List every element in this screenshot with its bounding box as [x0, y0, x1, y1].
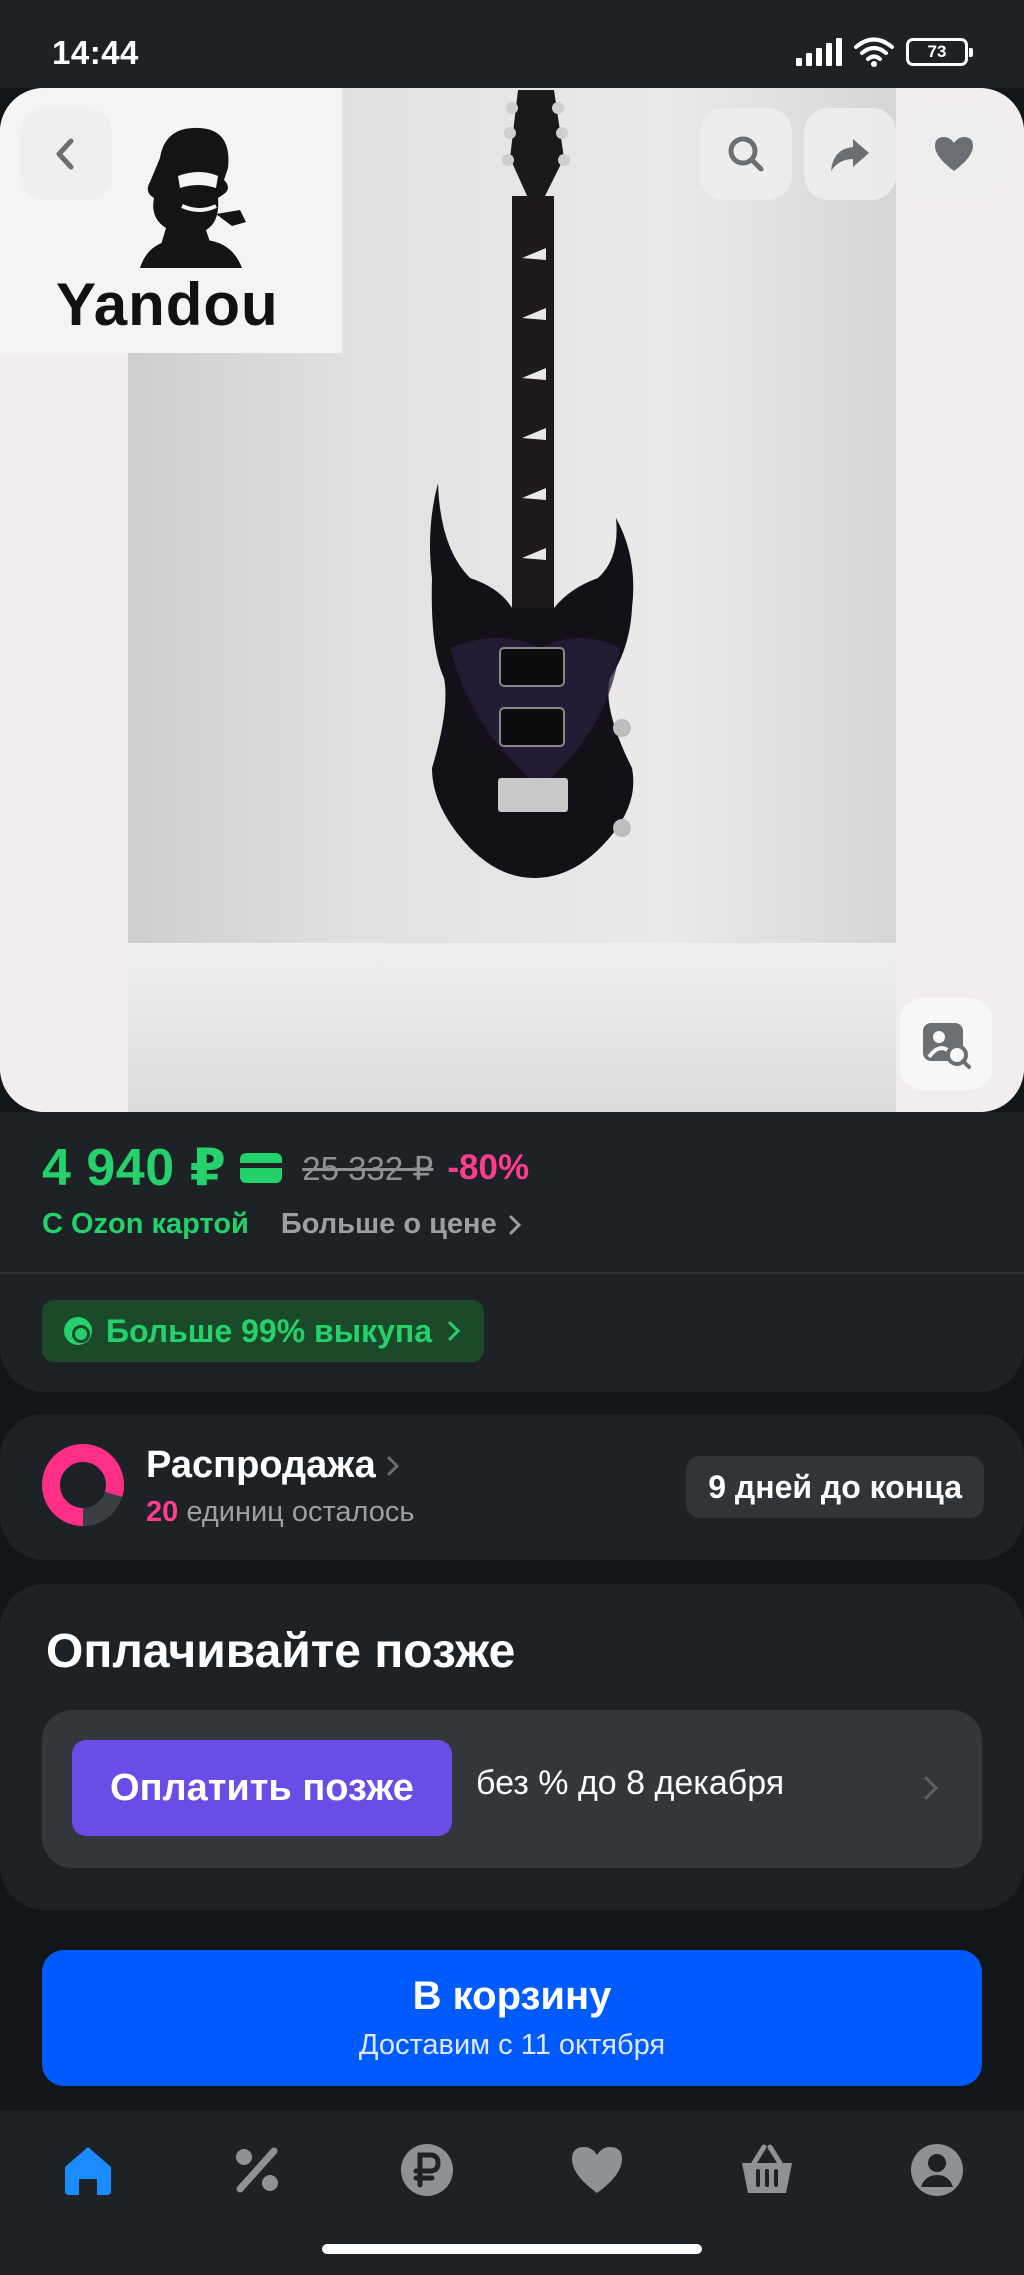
battery-level: 73 — [927, 42, 947, 61]
add-to-cart-button[interactable]: В корзину Доставим с 11 октября — [42, 1950, 982, 2086]
more-about-price-link[interactable]: Больше о цене — [281, 1208, 523, 1241]
share-button[interactable] — [804, 108, 896, 200]
add-to-cart-label: В корзину — [412, 1974, 612, 2018]
brand-portrait-icon — [140, 127, 246, 268]
cart-area: В корзину Доставим с 11 октября — [0, 1930, 1024, 2110]
status-bar: 14:44 73 — [0, 0, 1024, 88]
chevron-left-icon — [56, 138, 74, 170]
image-search-icon — [923, 1023, 971, 1069]
basket-icon — [742, 2144, 792, 2193]
units-left-number: 20 — [146, 1496, 179, 1528]
heart-icon — [572, 2147, 622, 2193]
signal-icon — [796, 38, 842, 66]
guitar-photo — [430, 90, 634, 878]
old-price: 25 332 ₽ — [302, 1149, 434, 1187]
chevron-right-icon — [924, 1776, 939, 1800]
battery-icon: 73 — [906, 38, 973, 66]
buyout-badge[interactable]: Больше 99% выкупа — [42, 1300, 484, 1362]
sale-card[interactable]: Распродажа 20 единиц осталось 9 дней до … — [0, 1414, 1024, 1560]
product-image[interactable]: Yandou — [0, 88, 1024, 1112]
price-subrow: С Ozon картой Больше о цене — [42, 1208, 523, 1241]
status-time: 14:44 — [52, 34, 139, 71]
home-icon — [65, 2147, 111, 2195]
nav-profile[interactable] — [905, 2138, 969, 2202]
search-button[interactable] — [700, 108, 792, 200]
share-icon — [831, 139, 869, 171]
sale-title-label: Распродажа — [146, 1444, 376, 1486]
back-button[interactable] — [20, 108, 112, 200]
sale-title[interactable]: Распродажа — [146, 1444, 400, 1487]
brand-name: Yandou — [56, 271, 279, 338]
pay-later-button[interactable]: Оплатить позже — [72, 1740, 452, 1836]
more-about-price-label: Больше о цене — [280, 1208, 497, 1240]
days-left-badge: 9 дней до конца — [686, 1456, 984, 1518]
pay-later-title: Оплачивайте позже — [46, 1625, 516, 1678]
sale-progress-icon — [42, 1444, 124, 1526]
chevron-right-icon — [448, 1321, 461, 1341]
nav-cart[interactable] — [735, 2138, 799, 2202]
search-icon — [728, 136, 764, 172]
nav-favorites[interactable] — [565, 2138, 629, 2202]
delivery-date: Доставим с 11 октября — [358, 2029, 666, 2061]
price-row: 4 940 ₽ 25 332 ₽ -80% — [42, 1138, 529, 1198]
status-icons: 73 — [796, 36, 973, 68]
nav-home[interactable] — [56, 2138, 120, 2202]
buyout-label: Больше 99% выкупа — [106, 1312, 432, 1349]
pay-later-terms: без % до 8 декабря — [476, 1764, 785, 1802]
home-indicator — [322, 2244, 702, 2254]
chevron-right-icon — [387, 1456, 399, 1475]
heart-icon — [935, 137, 973, 171]
favorite-button[interactable] — [908, 108, 1000, 200]
pay-later-section: Оплачивайте позже Оплатить позже без % д… — [0, 1584, 1024, 1910]
wifi-icon — [854, 37, 894, 67]
nav-finance[interactable] — [395, 2138, 459, 2202]
units-left-text: единиц осталось — [186, 1496, 415, 1528]
ozon-card-label: С Ozon картой — [42, 1208, 249, 1240]
discount-badge: -80% — [447, 1148, 530, 1187]
pay-later-option[interactable]: Оплатить позже без % до 8 декабря — [42, 1710, 982, 1868]
discount-icon — [236, 2147, 278, 2193]
current-price: 4 940 ₽ — [42, 1139, 227, 1197]
price-section: 4 940 ₽ 25 332 ₽ -80% С Ozon картой Боль… — [0, 1112, 1024, 1392]
sale-units-left: 20 единиц осталось — [146, 1496, 415, 1529]
nav-discounts[interactable] — [225, 2138, 289, 2202]
ruble-icon — [401, 2144, 453, 2196]
card-icon — [240, 1153, 283, 1183]
divider — [0, 1272, 1024, 1274]
image-search-button[interactable] — [900, 998, 992, 1090]
profile-icon — [911, 2144, 963, 2196]
chevron-right-icon — [509, 1215, 521, 1234]
buyout-icon — [64, 1317, 92, 1345]
